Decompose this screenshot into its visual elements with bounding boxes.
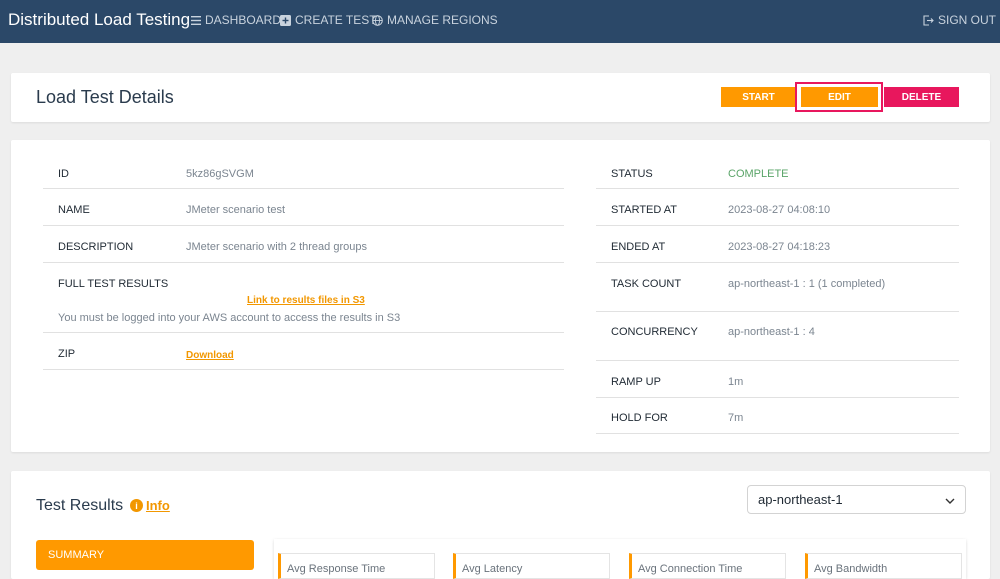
ramp-up-value: 1m	[728, 376, 744, 388]
id-value: 5kz86gSVGM	[186, 168, 254, 180]
sign-out-icon	[923, 14, 934, 26]
zip-download-link[interactable]: Download	[186, 350, 234, 361]
full-test-results-label: FULL TEST RESULTS	[58, 278, 169, 290]
nav-manage-regions-label: MANAGE REGIONS	[387, 13, 498, 27]
results-s3-link[interactable]: Link to results files in S3	[247, 295, 365, 306]
info-link-label: Info	[146, 498, 170, 513]
hold-for-label: HOLD FOR	[611, 412, 668, 424]
started-at-label: STARTED AT	[611, 204, 678, 216]
divider	[596, 225, 959, 226]
metric-avg-bandwidth: Avg Bandwidth	[805, 553, 962, 579]
description-label: DESCRIPTION	[58, 241, 134, 253]
nav-sign-out-label: SIGN OUT	[938, 13, 997, 27]
divider	[43, 188, 564, 189]
region-select-value: ap-northeast-1	[758, 492, 843, 507]
metric-avg-latency: Avg Latency	[453, 553, 610, 579]
description-value: JMeter scenario with 2 thread groups	[186, 241, 367, 253]
info-icon: i	[130, 499, 143, 512]
divider	[43, 332, 564, 333]
nav-create-test[interactable]: CREATE TEST	[280, 13, 377, 27]
test-results-title: Test Results	[36, 497, 124, 514]
concurrency-label: CONCURRENCY	[611, 326, 698, 338]
divider	[596, 311, 959, 312]
top-navigation: Distributed Load Testing DASHBOARD CREAT…	[0, 0, 1000, 43]
divider	[43, 225, 564, 226]
divider	[43, 369, 564, 370]
status-value: COMPLETE	[728, 168, 789, 180]
name-label: NAME	[58, 204, 90, 216]
app-brand[interactable]: Distributed Load Testing	[8, 10, 190, 30]
nav-dashboard[interactable]: DASHBOARD	[190, 13, 281, 27]
zip-label: ZIP	[58, 348, 76, 360]
nav-create-test-label: CREATE TEST	[295, 13, 377, 27]
divider	[596, 433, 959, 434]
concurrency-value: ap-northeast-1 : 4	[728, 326, 815, 338]
ramp-up-label: RAMP UP	[611, 376, 661, 388]
task-count-value: ap-northeast-1 : 1 (1 completed)	[728, 278, 886, 290]
task-count-label: TASK COUNT	[611, 278, 682, 290]
chevron-down-icon	[945, 492, 955, 507]
globe-icon	[372, 14, 383, 26]
metric-avg-connection-time: Avg Connection Time	[629, 553, 786, 579]
nav-dashboard-label: DASHBOARD	[205, 13, 282, 27]
divider	[596, 397, 959, 398]
page-title: Load Test Details	[36, 87, 174, 107]
started-at-value: 2023-08-27 04:08:10	[728, 204, 831, 216]
edit-button[interactable]: EDIT	[801, 87, 878, 107]
list-icon	[190, 15, 201, 26]
delete-button[interactable]: DELETE	[884, 87, 959, 107]
start-button[interactable]: START	[721, 87, 796, 107]
divider	[596, 188, 959, 189]
divider	[43, 262, 564, 263]
region-select[interactable]: ap-northeast-1	[747, 485, 966, 514]
metric-avg-response-time: Avg Response Time	[278, 553, 435, 579]
ended-at-value: 2023-08-27 04:18:23	[728, 241, 831, 253]
status-label: STATUS	[611, 168, 653, 180]
nav-sign-out[interactable]: SIGN OUT	[923, 13, 996, 27]
hold-for-value: 7m	[728, 412, 744, 424]
divider	[596, 262, 959, 263]
plus-square-icon	[280, 14, 291, 26]
ended-at-label: ENDED AT	[611, 241, 666, 253]
divider	[596, 360, 959, 361]
details-card	[11, 140, 990, 452]
info-link[interactable]: i Info	[130, 498, 170, 513]
nav-manage-regions[interactable]: MANAGE REGIONS	[372, 13, 498, 27]
id-label: ID	[58, 168, 69, 180]
name-value: JMeter scenario test	[186, 204, 286, 216]
results-access-note: You must be logged into your AWS account…	[58, 312, 401, 324]
tab-summary[interactable]: SUMMARY	[36, 540, 254, 570]
